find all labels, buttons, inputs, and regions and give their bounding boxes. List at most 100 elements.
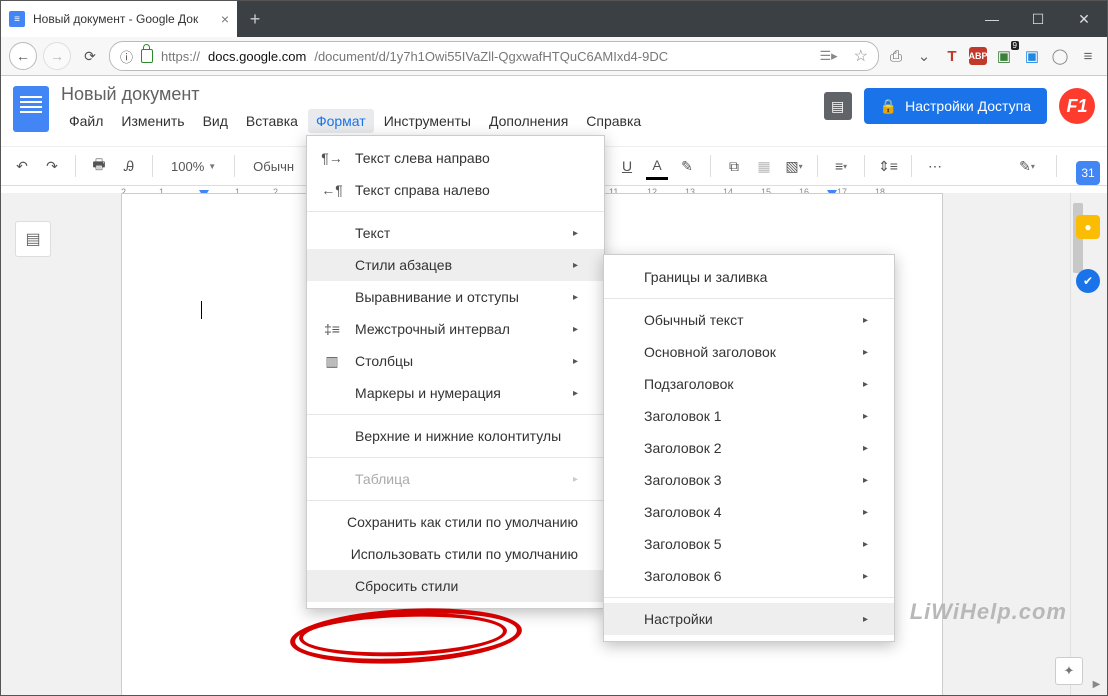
menu-help[interactable]: Справка [578,109,649,133]
profile-icon[interactable]: ◯ [1049,45,1071,67]
new-tab-button[interactable]: + [237,1,273,37]
format-menu: ¶→Текст слева направо ←¶Текст справа нал… [306,135,605,609]
highlight-button[interactable]: ✎ [676,154,698,178]
hscroll-right-button[interactable]: ▶ [1089,677,1104,692]
menu-view[interactable]: Вид [195,109,236,133]
style-dropdown[interactable]: Обычн [247,159,300,174]
f1-logo-icon[interactable]: F1 [1059,88,1095,124]
text-color-button[interactable]: A [646,153,668,180]
styles-h6[interactable]: Заголовок 6▸ [604,560,894,592]
styles-title[interactable]: Основной заголовок▸ [604,336,894,368]
browser-menu-icon[interactable]: ≡ [1077,45,1099,67]
format-paragraph-styles[interactable]: Стили абзацев▸ [307,249,604,281]
more-button[interactable]: ⋯ [924,154,946,178]
share-button[interactable]: 🔒 Настройки Доступа [864,88,1047,124]
minimize-button[interactable]: — [969,1,1015,37]
label: Заголовок 1 [644,408,722,424]
styles-settings[interactable]: Настройки▸ [604,603,894,635]
tab-close-icon[interactable]: × [221,11,229,27]
url-prefix: https:// [161,49,200,64]
format-use-default[interactable]: Использовать стили по умолчанию [307,538,604,570]
format-linespacing[interactable]: ‡≡Межстрочный интервал▸ [307,313,604,345]
menu-addons[interactable]: Дополнения [481,109,576,133]
url-host: docs.google.com [208,49,306,64]
styles-h4[interactable]: Заголовок 4▸ [604,496,894,528]
label: Столбцы [355,353,413,369]
nav-reload-button[interactable]: ⟳ [77,43,103,69]
explore-button[interactable]: ✦ [1055,657,1083,685]
styles-h2[interactable]: Заголовок 2▸ [604,432,894,464]
label: Заголовок 5 [644,536,722,552]
styles-h3[interactable]: Заголовок 3▸ [604,464,894,496]
format-rtl[interactable]: ←¶Текст справа налево [307,174,604,206]
docs-favicon-icon: ≡ [9,11,25,27]
outline-toggle-button[interactable]: ▤ [15,221,51,257]
format-text[interactable]: Текст▸ [307,217,604,249]
close-window-button[interactable]: ✕ [1061,1,1107,37]
label: Настройки [644,611,713,627]
label: Заголовок 2 [644,440,722,456]
label: Сохранить как стили по умолчанию [347,514,578,530]
maximize-button[interactable]: ☐ [1015,1,1061,37]
nav-back-button[interactable]: ← [9,42,37,70]
ext-library-icon[interactable]: ⎙ [885,45,907,67]
calendar-icon[interactable]: 31 [1076,161,1100,185]
rtl-icon: ←¶ [323,182,341,198]
styles-normal[interactable]: Обычный текст▸ [604,304,894,336]
ext-t-icon[interactable]: T [941,45,963,67]
label: Подзаголовок [644,376,734,392]
format-columns[interactable]: ▥Столбцы▸ [307,345,604,377]
browser-tab[interactable]: ≡ Новый документ - Google Док × [1,1,237,37]
undo-button[interactable]: ↶ [11,154,33,178]
insert-link-button[interactable]: ⧉ [723,154,745,178]
menu-edit[interactable]: Изменить [113,109,192,133]
format-bullets[interactable]: Маркеры и нумерация▸ [307,377,604,409]
readermode-icon[interactable]: ☰▸ [819,48,837,64]
format-ltr[interactable]: ¶→Текст слева направо [307,142,604,174]
print-button[interactable]: 🖶 [88,154,110,178]
underline-button[interactable]: U [616,154,638,178]
insert-comment-button[interactable]: ▦ [753,154,775,178]
align-button[interactable]: ≡▾ [830,154,852,178]
ext-cam-icon[interactable]: ▣ [1021,45,1043,67]
format-reset-styles[interactable]: Сбросить стили [307,570,604,602]
docs-logo-icon[interactable] [13,86,49,132]
styles-h1[interactable]: Заголовок 1▸ [604,400,894,432]
comments-icon[interactable]: ▤ [824,92,852,120]
tasks-icon[interactable]: ✔ [1076,269,1100,293]
menu-tools[interactable]: Инструменты [376,109,479,133]
format-save-default[interactable]: Сохранить как стили по умолчанию [307,506,604,538]
linespacing-button[interactable]: ⇕≡ [877,154,899,178]
paint-format-button[interactable]: Ꭿ [118,154,140,178]
ltr-icon: ¶→ [323,150,341,166]
label: Маркеры и нумерация [355,385,501,401]
bookmark-star-icon[interactable]: ☆ [854,46,868,66]
url-path: /document/d/1y7h1Owi55IVaZll-QgxwafHTQuC… [314,49,668,64]
menu-format[interactable]: Формат [308,109,374,133]
ext-msg-icon[interactable]: ▣9 [993,45,1015,67]
url-field[interactable]: ⓘ https:// docs.google.com/document/d/1y7… [109,41,879,71]
keep-icon[interactable]: ● [1076,215,1100,239]
ext-abp-icon[interactable]: ABP [969,47,987,65]
ext-pocket-icon[interactable]: ⌄ [913,45,935,67]
urlbar: ← → ⟳ ⓘ https:// docs.google.com/document… [1,37,1107,76]
doc-title[interactable]: Новый документ [61,84,812,105]
label: Стили абзацев [355,257,452,273]
lock-white-icon: 🔒 [880,98,897,115]
nav-forward-button[interactable]: → [43,42,71,70]
redo-button[interactable]: ↷ [41,154,63,178]
insert-image-button[interactable]: ▧▾ [783,154,805,178]
styles-h5[interactable]: Заголовок 5▸ [604,528,894,560]
styles-subtitle[interactable]: Подзаголовок▸ [604,368,894,400]
watermark: LiWiHelp.com [910,599,1067,625]
menu-file[interactable]: Файл [61,109,111,133]
zoom-dropdown[interactable]: 100%▼ [165,159,222,174]
share-label: Настройки Доступа [905,98,1031,114]
format-align[interactable]: Выравнивание и отступы▸ [307,281,604,313]
format-headers-footers[interactable]: Верхние и нижние колонтитулы [307,420,604,452]
menu-insert[interactable]: Вставка [238,109,306,133]
label: Заголовок 6 [644,568,722,584]
editing-mode-button[interactable]: ✎ ▾ [1016,154,1038,178]
info-icon: ⓘ [120,47,133,66]
styles-borders[interactable]: Границы и заливка [604,261,894,293]
